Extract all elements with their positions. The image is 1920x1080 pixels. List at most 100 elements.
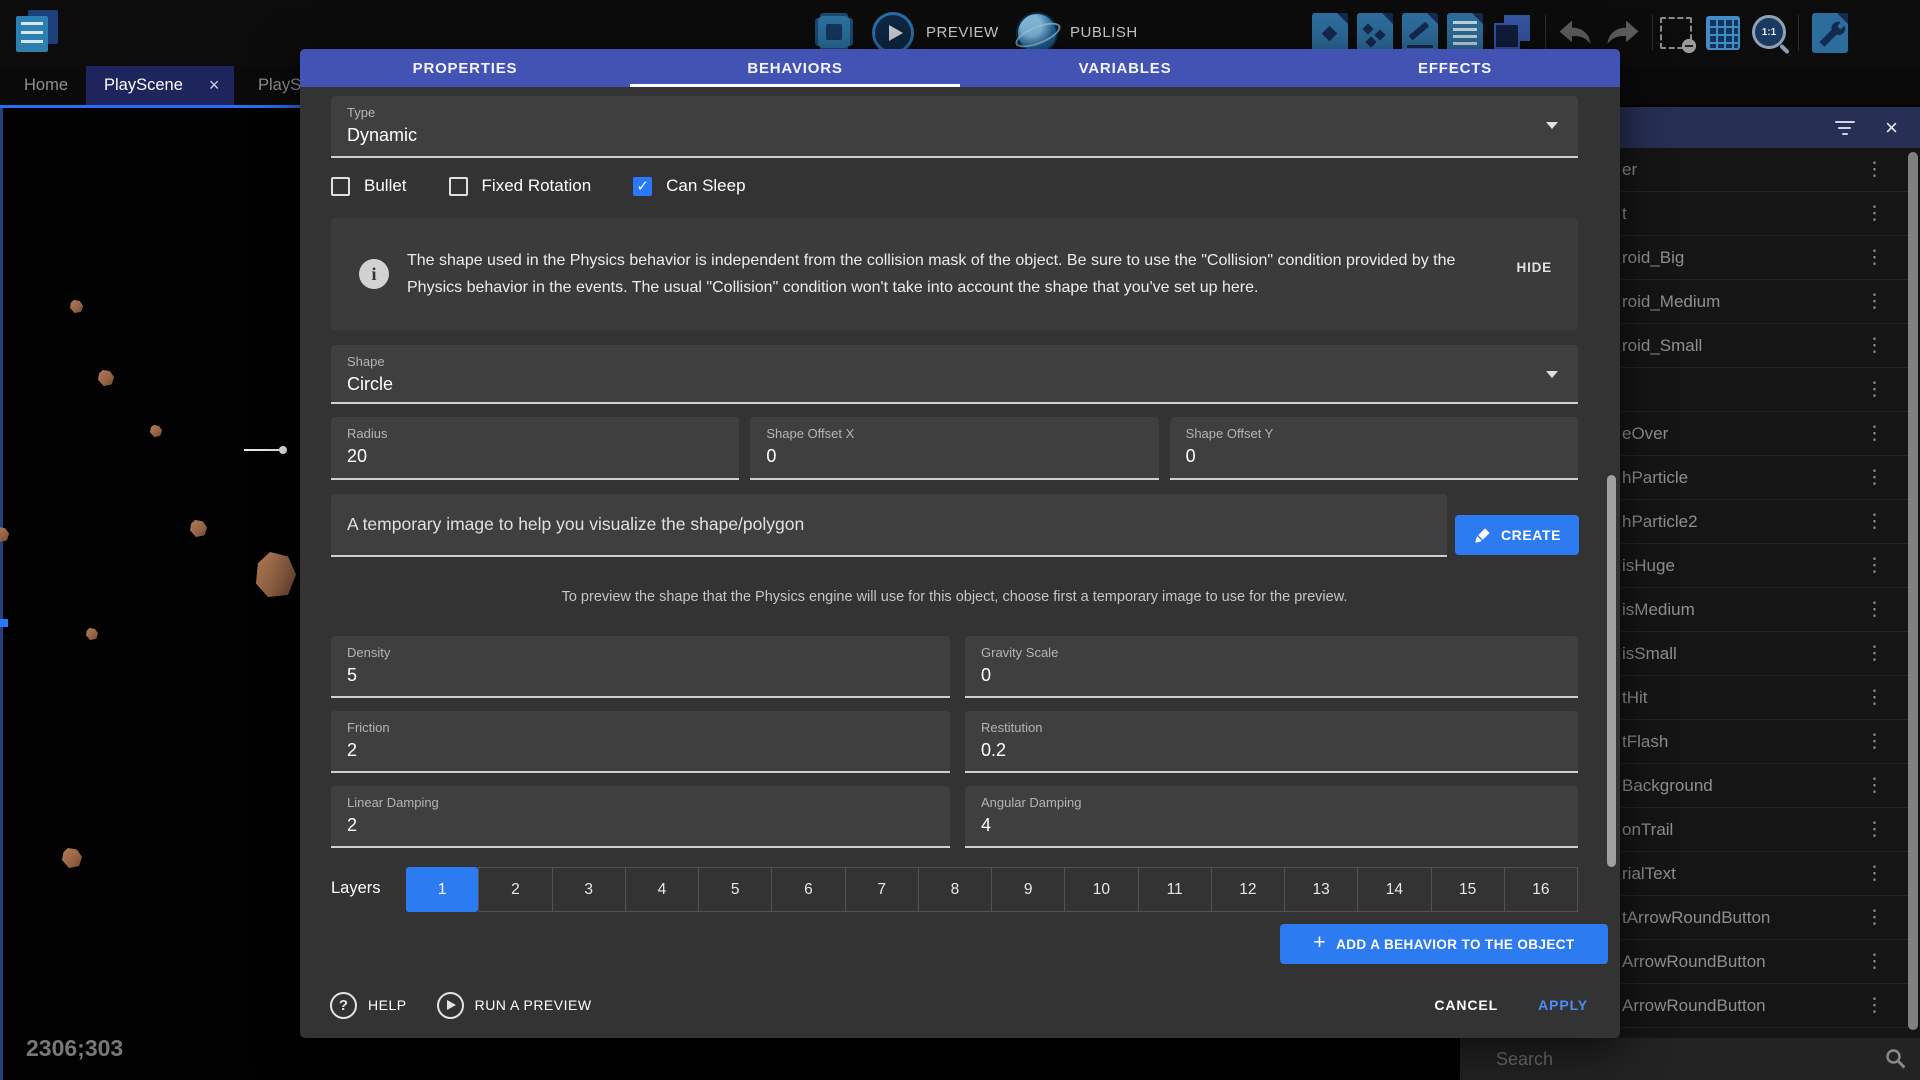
preview-button[interactable]: PREVIEW [926,24,999,41]
apply-button[interactable]: APPLY [1538,997,1588,1013]
help-button[interactable]: ? HELP [330,992,407,1019]
layer-button-10[interactable]: 10 [1065,867,1138,912]
friction-field[interactable]: Friction 2 [331,711,950,773]
asteroid-sprite-large[interactable] [256,552,296,597]
asteroid-sprite[interactable] [150,425,162,437]
undo-icon[interactable] [1556,16,1594,50]
kebab-menu-icon[interactable]: ⋮ [1865,468,1884,487]
kebab-menu-icon[interactable]: ⋮ [1865,160,1884,179]
kebab-menu-icon[interactable]: ⋮ [1865,204,1884,223]
kebab-menu-icon[interactable]: ⋮ [1865,732,1884,751]
asteroid-sprite[interactable] [70,300,83,313]
close-panel-icon[interactable]: × [1885,117,1898,139]
kebab-menu-icon[interactable]: ⋮ [1865,908,1884,927]
tab-behaviors[interactable]: BEHAVIORS [630,49,960,87]
restitution-field[interactable]: Restitution 0.2 [965,711,1578,773]
asteroid-sprite[interactable] [86,628,98,640]
events-list-icon[interactable] [1447,13,1483,53]
close-tab-icon[interactable]: × [209,75,220,96]
redo-icon[interactable] [1604,16,1642,50]
temporary-image-field[interactable]: A temporary image to help you visualize … [331,494,1447,557]
objects-panel-icon[interactable] [1312,13,1348,53]
layer-button-12[interactable]: 12 [1212,867,1285,912]
kebab-menu-icon[interactable]: ⋮ [1865,336,1884,355]
kebab-menu-icon[interactable]: ⋮ [1865,864,1884,883]
debugger-icon[interactable] [818,16,850,48]
layers-panel-icon[interactable] [1492,13,1532,53]
kebab-menu-icon[interactable]: ⋮ [1865,952,1884,971]
kebab-menu-icon[interactable]: ⋮ [1865,996,1884,1015]
tab-home[interactable]: Home [6,66,86,105]
deselect-instances-icon[interactable] [1660,17,1692,49]
fixed-rotation-checkbox-group[interactable]: Fixed Rotation [449,176,592,196]
filter-icon[interactable] [1835,121,1855,135]
linear-damping-field[interactable]: Linear Damping 2 [331,786,950,848]
layer-button-15[interactable]: 15 [1432,867,1505,912]
kebab-menu-icon[interactable]: ⋮ [1865,512,1884,531]
cancel-button[interactable]: CANCEL [1434,997,1498,1013]
layer-button-4[interactable]: 4 [626,867,699,912]
zoom-one-to-one-icon[interactable]: 1:1 [1752,15,1786,49]
kebab-menu-icon[interactable]: ⋮ [1865,644,1884,663]
tab-effects[interactable]: EFFECTS [1290,49,1620,87]
radius-field[interactable]: Radius 20 [331,417,739,480]
kebab-menu-icon[interactable]: ⋮ [1865,556,1884,575]
instances-panel-icon[interactable] [1357,13,1393,53]
tab-properties[interactable]: PROPERTIES [300,49,630,87]
publish-globe-icon[interactable] [1016,12,1058,54]
layer-button-6[interactable]: 6 [772,867,845,912]
angular-damping-field[interactable]: Angular Damping 4 [965,786,1578,848]
project-manager-icon[interactable] [14,8,62,56]
create-button[interactable]: CREATE [1455,515,1579,555]
canvas-left-scrollbar[interactable] [0,108,3,1080]
run-preview-button[interactable]: RUN A PREVIEW [437,992,592,1019]
scene-properties-icon[interactable] [1812,13,1848,53]
bullet-checkbox[interactable] [331,177,350,196]
hide-button[interactable]: HIDE [1517,260,1552,275]
asteroid-sprite[interactable] [190,520,207,537]
layer-button-1[interactable]: 1 [406,867,478,912]
layer-button-3[interactable]: 3 [553,867,626,912]
layer-button-7[interactable]: 7 [846,867,919,912]
kebab-menu-icon[interactable]: ⋮ [1865,600,1884,619]
can-sleep-checkbox[interactable]: ✓ [633,177,652,196]
kebab-menu-icon[interactable]: ⋮ [1865,424,1884,443]
density-field[interactable]: Density 5 [331,636,950,698]
edit-scene-icon[interactable] [1402,13,1438,53]
layer-button-2[interactable]: 2 [478,867,552,912]
layer-button-14[interactable]: 14 [1358,867,1431,912]
layer-button-16[interactable]: 16 [1505,867,1578,912]
shape-offset-x-field[interactable]: Shape Offset X 0 [750,417,1158,480]
grid-toggle-icon[interactable] [1706,16,1740,50]
asteroid-sprite[interactable] [98,370,114,386]
gravity-scale-field[interactable]: Gravity Scale 0 [965,636,1578,698]
layer-button-5[interactable]: 5 [699,867,772,912]
kebab-menu-icon[interactable]: ⋮ [1865,292,1884,311]
preview-play-icon[interactable] [872,12,914,54]
fixed-rotation-checkbox[interactable] [449,177,468,196]
tab-playscene[interactable]: PlayScene × [86,66,234,105]
shape-dropdown[interactable]: Shape Circle [331,345,1578,404]
publish-button[interactable]: PUBLISH [1070,24,1138,41]
search-input[interactable] [1460,1049,1840,1070]
kebab-menu-icon[interactable]: ⋮ [1865,820,1884,839]
objects-list-scrollbar[interactable] [1908,152,1918,1030]
layer-button-13[interactable]: 13 [1285,867,1358,912]
layer-button-8[interactable]: 8 [919,867,992,912]
can-sleep-checkbox-group[interactable]: ✓ Can Sleep [633,176,745,196]
bullet-checkbox-group[interactable]: Bullet [331,176,407,196]
tab-variables[interactable]: VARIABLES [960,49,1290,87]
layer-button-11[interactable]: 11 [1139,867,1212,912]
kebab-menu-icon[interactable]: ⋮ [1865,776,1884,795]
asteroid-sprite[interactable] [62,848,82,868]
type-dropdown[interactable]: Type Dynamic [331,96,1578,158]
dialog-scrollbar[interactable] [1607,475,1616,867]
shape-offset-y-field[interactable]: Shape Offset Y 0 [1170,417,1578,480]
kebab-menu-icon[interactable]: ⋮ [1865,248,1884,267]
kebab-menu-icon[interactable]: ⋮ [1865,688,1884,707]
add-behavior-button[interactable]: + ADD A BEHAVIOR TO THE OBJECT [1280,924,1608,964]
selection-handle[interactable] [0,619,8,627]
asteroid-sprite[interactable] [0,527,9,542]
kebab-menu-icon[interactable]: ⋮ [1865,380,1884,399]
instance-handle-dot[interactable] [279,446,287,454]
